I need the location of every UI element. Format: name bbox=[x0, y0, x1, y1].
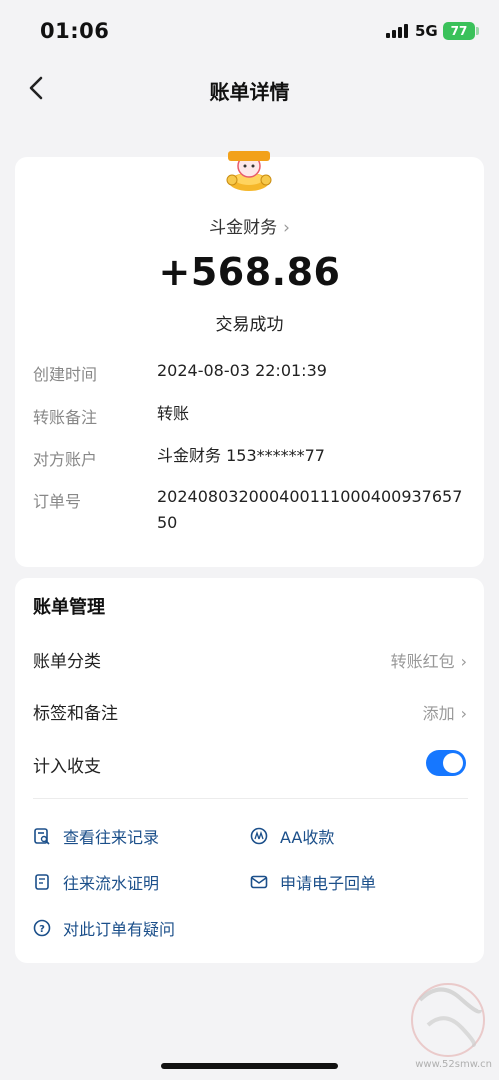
e-receipt-label: 申请电子回单 bbox=[280, 874, 377, 893]
e-receipt-link[interactable]: 申请电子回单 bbox=[250, 870, 376, 894]
category-selector[interactable]: 转账红包 › bbox=[391, 648, 467, 672]
transaction-status: 交易成功 bbox=[215, 315, 284, 335]
home-indicator bbox=[161, 1063, 338, 1069]
mail-icon bbox=[250, 875, 268, 889]
aa-collect-label: AA收款 bbox=[280, 828, 335, 847]
tags-value: 添加 bbox=[422, 704, 455, 723]
merchant-logo-icon bbox=[226, 151, 272, 191]
status-bar: 01:06 5G 77 bbox=[0, 0, 499, 60]
status-time: 01:06 bbox=[40, 19, 110, 43]
record-search-icon bbox=[34, 828, 50, 845]
battery-level: 77 bbox=[450, 24, 468, 38]
merchant-name: 斗金财务 bbox=[209, 218, 278, 238]
watermark-site: www.52smw.cn bbox=[415, 1059, 492, 1070]
svg-text:?: ? bbox=[39, 924, 45, 935]
toggle-knob bbox=[443, 753, 463, 773]
count-in-budget-toggle[interactable] bbox=[426, 750, 466, 776]
chevron-right-icon: › bbox=[460, 704, 467, 723]
detail-label-created: 创建时间 bbox=[33, 365, 98, 384]
order-question-link[interactable]: ? 对此订单有疑问 bbox=[33, 916, 175, 940]
battery-icon: 77 bbox=[443, 22, 475, 40]
detail-value-created: 2024-08-03 22:01:39 bbox=[157, 361, 327, 380]
watermark-seal-icon: www.52smw.cn bbox=[411, 983, 492, 1070]
category-value: 转账红包 bbox=[390, 652, 455, 671]
statement-proof-label: 往来流水证明 bbox=[63, 874, 160, 893]
detail-label-order-number: 订单号 bbox=[33, 492, 82, 511]
merchant-link[interactable]: 斗金财务 › bbox=[0, 213, 499, 238]
view-history-link[interactable]: 查看往来记录 bbox=[33, 824, 159, 848]
count-in-budget-label: 计入收支 bbox=[33, 757, 101, 777]
page-title: 账单详情 bbox=[209, 80, 290, 104]
detail-value-order-number: 20240803200040011100040093765750 bbox=[157, 487, 463, 532]
aa-icon bbox=[250, 827, 268, 845]
nav-bar: 账单详情 bbox=[0, 60, 499, 116]
detail-value-counterparty: 斗金财务 153******77 bbox=[157, 446, 325, 465]
category-label: 账单分类 bbox=[33, 652, 101, 672]
detail-label-remark: 转账备注 bbox=[33, 408, 98, 427]
question-icon: ? bbox=[33, 919, 51, 937]
document-icon bbox=[35, 874, 49, 890]
detail-label-counterparty: 对方账户 bbox=[33, 450, 98, 469]
chevron-right-icon: › bbox=[460, 652, 467, 671]
transaction-amount: +568.86 bbox=[158, 250, 341, 294]
tags-label: 标签和备注 bbox=[33, 704, 118, 724]
section-title-management: 账单管理 bbox=[33, 597, 105, 618]
divider bbox=[33, 798, 468, 799]
aa-collect-link[interactable]: AA收款 bbox=[250, 824, 334, 848]
chevron-right-icon: › bbox=[283, 218, 290, 238]
tags-add-button[interactable]: 添加 › bbox=[423, 700, 467, 724]
network-type: 5G bbox=[415, 22, 438, 40]
signal-icon bbox=[386, 24, 408, 38]
battery-tip bbox=[476, 27, 479, 35]
order-question-label: 对此订单有疑问 bbox=[63, 920, 176, 939]
view-history-label: 查看往来记录 bbox=[63, 828, 160, 847]
statement-proof-link[interactable]: 往来流水证明 bbox=[33, 870, 159, 894]
detail-value-remark: 转账 bbox=[157, 404, 190, 423]
